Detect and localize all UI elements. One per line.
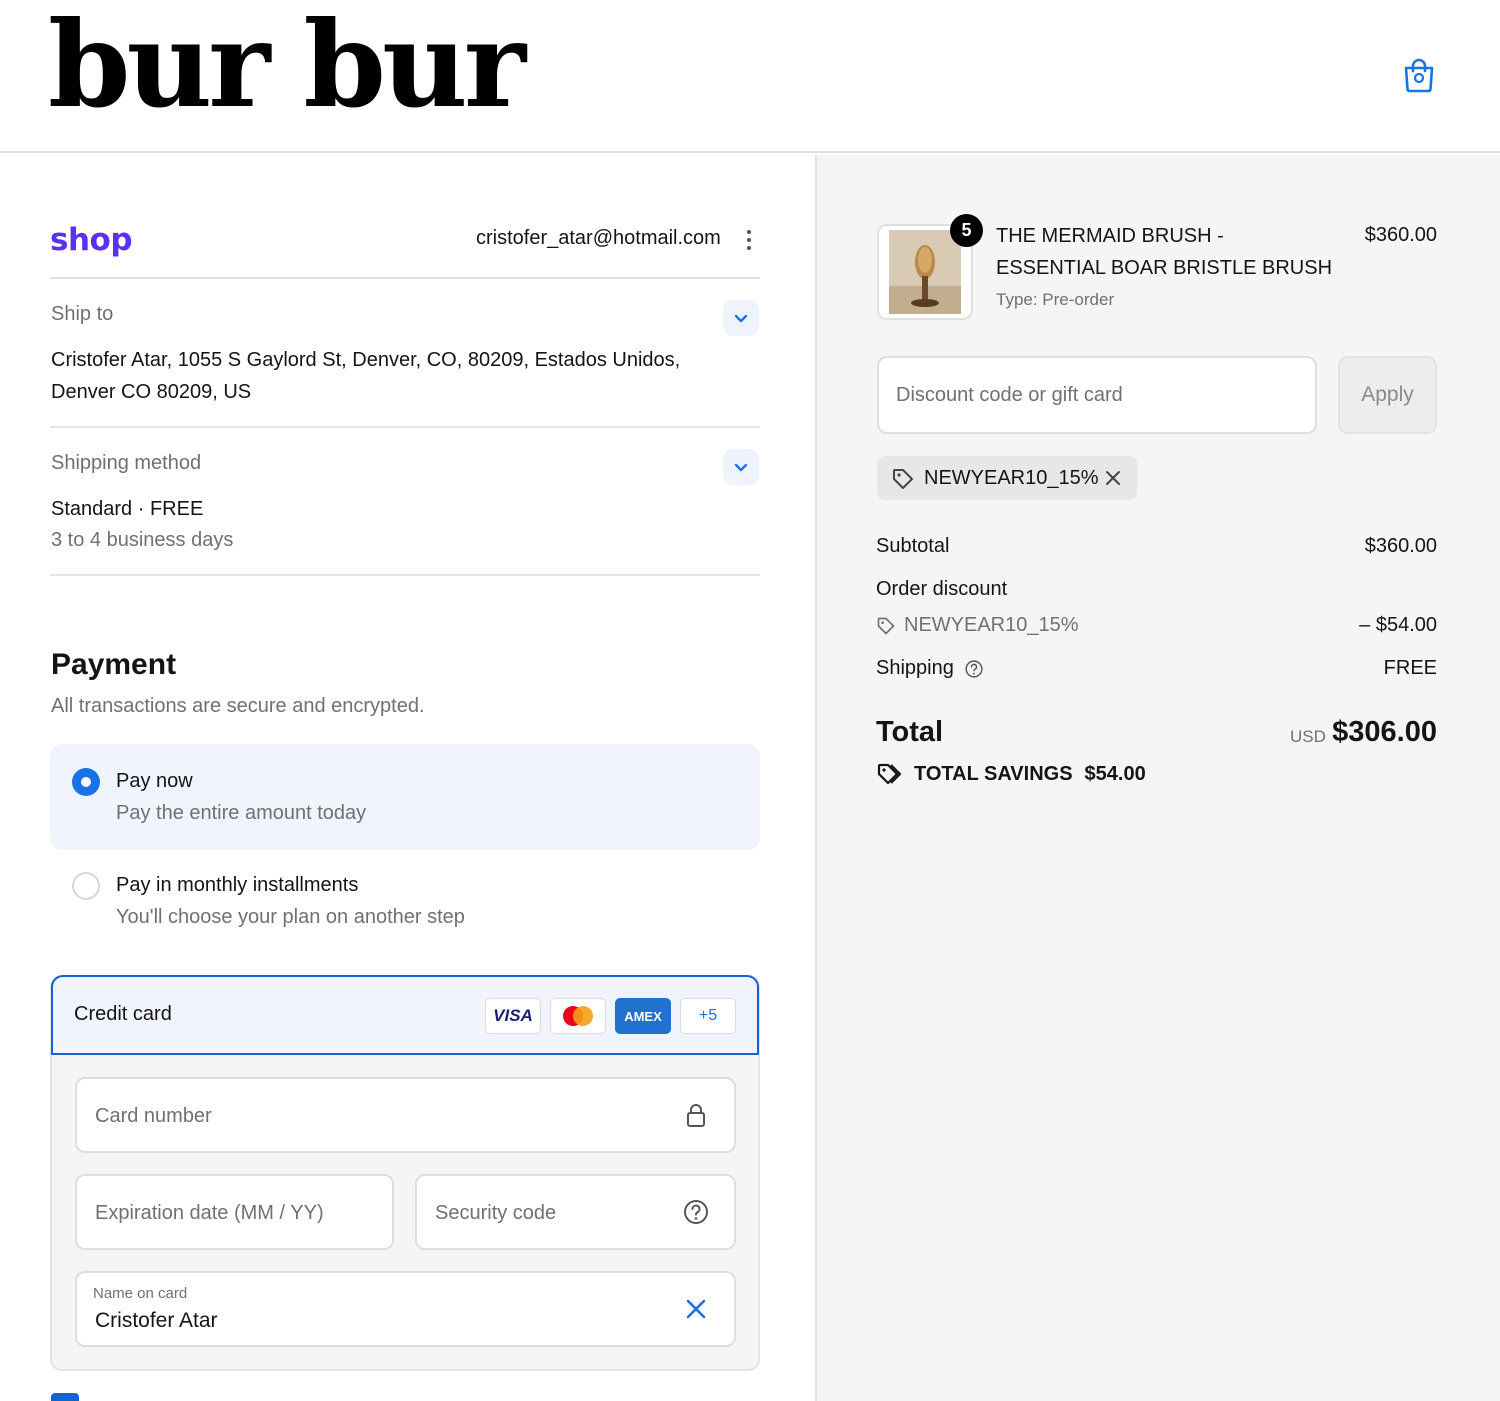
savings-label: TOTAL SAVINGS — [914, 762, 1073, 785]
more-cards-badge: +5 — [680, 998, 736, 1034]
total-value: $306.00 — [1332, 716, 1437, 748]
card-number-placeholder: Card number — [95, 1105, 212, 1127]
name-on-card-field[interactable]: Name on card Cristofer Atar — [75, 1271, 736, 1347]
discount-code-input[interactable] — [877, 356, 1317, 434]
shipping-method-label: Shipping method — [51, 452, 202, 474]
pay-now-subtitle: Pay the entire amount today — [116, 802, 367, 824]
remove-discount-icon[interactable] — [1103, 468, 1123, 488]
billing-address-checkbox[interactable] — [51, 1393, 79, 1401]
help-circle-icon[interactable] — [682, 1198, 710, 1226]
expiration-placeholder: Expiration date (MM / YY) — [95, 1202, 324, 1224]
shipping-value: FREE — [1383, 657, 1437, 679]
more-vertical-icon[interactable] — [740, 226, 758, 254]
payment-subtitle: All transactions are secure and encrypte… — [51, 695, 425, 717]
store-logo[interactable]: bur bur — [48, 6, 526, 124]
ship-to-address-line2: Denver CO 80209, US — [51, 381, 252, 403]
savings-value: $54.00 — [1084, 762, 1146, 785]
credit-card-label: Credit card — [74, 1003, 172, 1025]
shipping-method-name: Standard · FREE — [51, 498, 204, 520]
clear-icon[interactable] — [682, 1295, 710, 1323]
apply-discount-button[interactable]: Apply — [1338, 356, 1437, 434]
lock-icon — [687, 1104, 705, 1127]
total-currency: USD — [1290, 727, 1326, 746]
product-type: Type: Pre-order — [996, 290, 1115, 309]
applied-discount-chip: NEWYEAR10_15% — [877, 456, 1137, 500]
installments-title[interactable]: Pay in monthly installments — [116, 874, 358, 897]
order-discount-code: NEWYEAR10_15% — [904, 614, 1079, 636]
total-savings: TOTAL SAVINGS $54.00 — [876, 762, 1146, 786]
card-number-field[interactable]: Card number — [75, 1077, 736, 1153]
divider — [50, 277, 760, 279]
installments-subtitle: You'll choose your plan on another step — [116, 906, 465, 928]
security-code-placeholder: Security code — [435, 1202, 557, 1224]
chevron-down-icon — [734, 314, 748, 323]
pay-now-title: Pay now — [116, 770, 193, 792]
product-price: $360.00 — [1364, 224, 1437, 246]
ship-to-address-line1: Cristofer Atar, 1055 S Gaylord St, Denve… — [51, 349, 681, 371]
total-label: Total — [876, 716, 944, 748]
account-email: cristofer_atar@hotmail.com — [476, 227, 721, 249]
subtotal-value: $360.00 — [1364, 535, 1437, 557]
chevron-down-icon — [734, 463, 748, 472]
divider — [50, 426, 760, 428]
amex-badge-icon: AMEX — [615, 998, 671, 1034]
payment-heading: Payment — [51, 648, 177, 681]
name-on-card-label: Name on card — [93, 1285, 188, 1302]
quantity-badge: 5 — [950, 214, 983, 247]
applied-discount-code: NEWYEAR10_15% — [924, 467, 1099, 489]
ship-to-expand-button[interactable] — [723, 300, 759, 336]
shipping-method-eta: 3 to 4 business days — [51, 529, 234, 551]
shop-pay-logo: shop — [50, 222, 133, 258]
shipping-method-expand-button[interactable] — [723, 449, 759, 485]
installments-radio[interactable] — [72, 872, 100, 900]
ship-to-label: Ship to — [51, 303, 114, 325]
name-on-card-value: Cristofer Atar — [95, 1309, 218, 1332]
security-code-field[interactable]: Security code — [415, 1174, 736, 1250]
order-discount-value: – $54.00 — [1359, 614, 1437, 636]
shopping-bag-icon[interactable] — [1402, 57, 1436, 93]
subtotal-label: Subtotal — [876, 535, 950, 557]
divider — [50, 574, 760, 576]
expiration-date-field[interactable]: Expiration date (MM / YY) — [75, 1174, 394, 1250]
mastercard-icon — [563, 1006, 593, 1026]
help-circle-icon[interactable] — [964, 659, 984, 679]
site-header: bur bur — [0, 0, 1500, 153]
pay-now-radio[interactable] — [72, 768, 100, 796]
product-name: THE MERMAID BRUSH - ESSENTIAL BOAR BRIST… — [996, 225, 1333, 279]
tag-icon — [893, 469, 913, 489]
order-discount-label: Order discount — [876, 578, 1008, 600]
shipping-row: Shipping — [876, 657, 984, 680]
order-discount-code-row: NEWYEAR10_15% — [876, 614, 1079, 637]
mastercard-badge-icon — [550, 998, 606, 1034]
pay-now-option[interactable] — [50, 744, 760, 850]
tag-icon — [877, 617, 895, 634]
shipping-label: Shipping — [876, 657, 954, 679]
tags-icon — [877, 763, 902, 785]
visa-badge-icon: VISA — [485, 998, 541, 1034]
